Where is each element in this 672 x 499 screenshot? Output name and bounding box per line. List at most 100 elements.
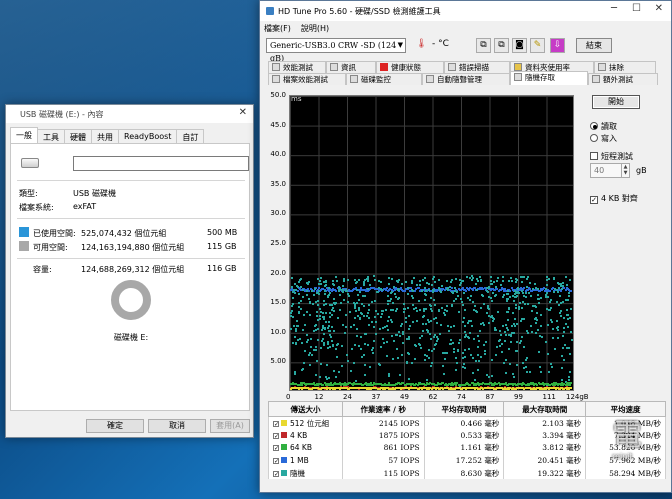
transfer-size-cell[interactable]: ✓ 64 KB [268,441,343,455]
drive-select[interactable]: Generic-USB3.0 CRW -SD (124 gB) ▼ [266,38,406,63]
tab-tools[interactable]: 工具 [37,129,65,143]
random-access-point [506,311,509,313]
thermometer-icon: 🌡 [415,39,428,49]
random-access-point [567,375,570,378]
transfer-size-cell[interactable]: ✓ 隨機 [268,466,343,480]
random-access-point [332,369,335,372]
random-access-point [294,372,296,375]
random-access-point [534,332,537,335]
copy-icon[interactable]: ⧉ [476,38,491,53]
tab-health[interactable]: 健康狀態 [376,61,444,73]
random-access-point [496,277,499,279]
copy-all-icon[interactable]: ⧉ [494,38,509,53]
random-access-point [355,335,358,338]
random-access-point [477,335,480,338]
tab-info[interactable]: 資訊 [326,61,376,73]
tab-readyboost[interactable]: ReadyBoost [118,129,178,143]
exit-button[interactable]: 結束 [576,38,612,53]
tab-hardware[interactable]: 硬體 [64,129,92,143]
read-radio[interactable]: 讀取 [590,121,617,132]
random-access-point [433,275,435,278]
start-button[interactable]: 開始 [592,95,640,109]
options-icon[interactable]: ✎ [530,38,545,53]
transfer-size-cell[interactable]: ✓ 4 KB [268,429,343,442]
random-access-point [408,314,410,317]
col-max-access: 最大存取時間 [503,401,587,417]
tab-random-access[interactable]: 隨機存取 [510,71,588,85]
random-access-point [431,278,434,280]
random-access-point [429,297,432,300]
ops-cell: 1875 IOPS [341,429,425,442]
random-access-point [388,373,391,376]
random-access-point [484,352,486,355]
tab-file-benchmark[interactable]: 檔案效能測試 [268,73,346,85]
random-access-point [511,279,514,282]
close-icon[interactable]: ✕ [239,107,247,118]
random-access-point [432,299,435,301]
random-access-point [358,298,361,301]
close-icon[interactable]: ✕ [655,3,663,14]
align-4kb-checkbox[interactable]: ✓ 4 KB 對齊 [590,193,638,204]
random-access-point [431,284,433,287]
minimize-icon[interactable]: ─ [611,3,617,14]
tab-general[interactable]: 一般 [10,127,38,143]
random-access-point [331,326,334,329]
drive-label-input[interactable] [73,156,249,171]
random-access-point [422,330,425,333]
cancel-button[interactable]: 取消 [148,419,206,433]
random-access-point [423,298,426,301]
random-access-point [419,309,422,312]
ok-button[interactable]: 確定 [86,419,144,433]
tab-benchmark[interactable]: 效能測試 [268,61,326,73]
random-access-point [345,354,348,357]
random-access-point [506,329,509,332]
series-checkbox[interactable]: ✓ [273,470,279,477]
series-checkbox[interactable]: ✓ [273,445,279,452]
random-access-point [313,330,316,332]
random-access-point [333,297,335,300]
tab-extra-tests[interactable]: 額外測試 [588,73,658,85]
tab-erase[interactable]: 抹除 [594,61,656,73]
random-access-point [504,324,507,327]
apply-button[interactable]: 套用(A) [210,419,250,433]
tab-disk-monitor[interactable]: 磁碟監控 [346,73,422,85]
save-icon[interactable]: ⇩ [550,38,565,53]
write-radio[interactable]: 寫入 [590,133,617,144]
random-access-point [534,282,537,285]
hdtune-titlebar[interactable]: HD Tune Pro 5.60 - 硬碟/SSD 檢測維護工具 ─ ☐ ✕ [260,1,671,21]
y-tick-label: 50.0 [270,91,286,99]
camera-icon[interactable]: ◙ [512,38,527,53]
random-access-point [386,320,389,323]
maximize-icon[interactable]: ☐ [632,3,641,14]
transfer-size-cell[interactable]: ✓ 512 位元組 [268,416,343,430]
random-access-point [298,338,301,341]
short-test-size-stepper[interactable]: 40 ▲ ▼ [590,163,630,178]
random-access-point [387,295,389,297]
transfer-size-cell[interactable]: ✓ 1 MB [268,454,343,467]
random-access-point [412,304,415,307]
properties-titlebar[interactable]: USB 磁碟機 (E:) - 內容 ✕ [6,105,253,123]
random-access-point [482,303,485,306]
tab-sharing[interactable]: 共用 [91,129,119,143]
series-checkbox[interactable]: ✓ [273,432,279,439]
tab-customize[interactable]: 自訂 [176,129,205,143]
tab-error-scan[interactable]: 錯誤掃描 [444,61,510,73]
random-access-point [424,276,427,279]
random-access-point [416,310,419,313]
latency-point [451,287,453,290]
x-tick-label: 37 [371,393,381,401]
stepper-arrows-icon[interactable]: ▲ ▼ [621,164,629,177]
random-access-point [396,347,399,350]
menu-file[interactable]: 檔案(F) [264,23,291,34]
random-access-point [420,346,422,349]
series-checkbox[interactable]: ✓ [273,420,279,427]
short-test-checkbox[interactable]: 短程測試 [590,151,633,162]
random-access-point [390,290,393,293]
random-access-point [483,324,486,326]
series-checkbox[interactable]: ✓ [273,458,279,465]
menu-help[interactable]: 說明(H) [301,23,329,34]
random-access-point [513,332,516,335]
tab-aam[interactable]: 自動隨聲管理 [422,73,510,85]
random-access-point [334,302,337,305]
latency-point [569,387,572,390]
